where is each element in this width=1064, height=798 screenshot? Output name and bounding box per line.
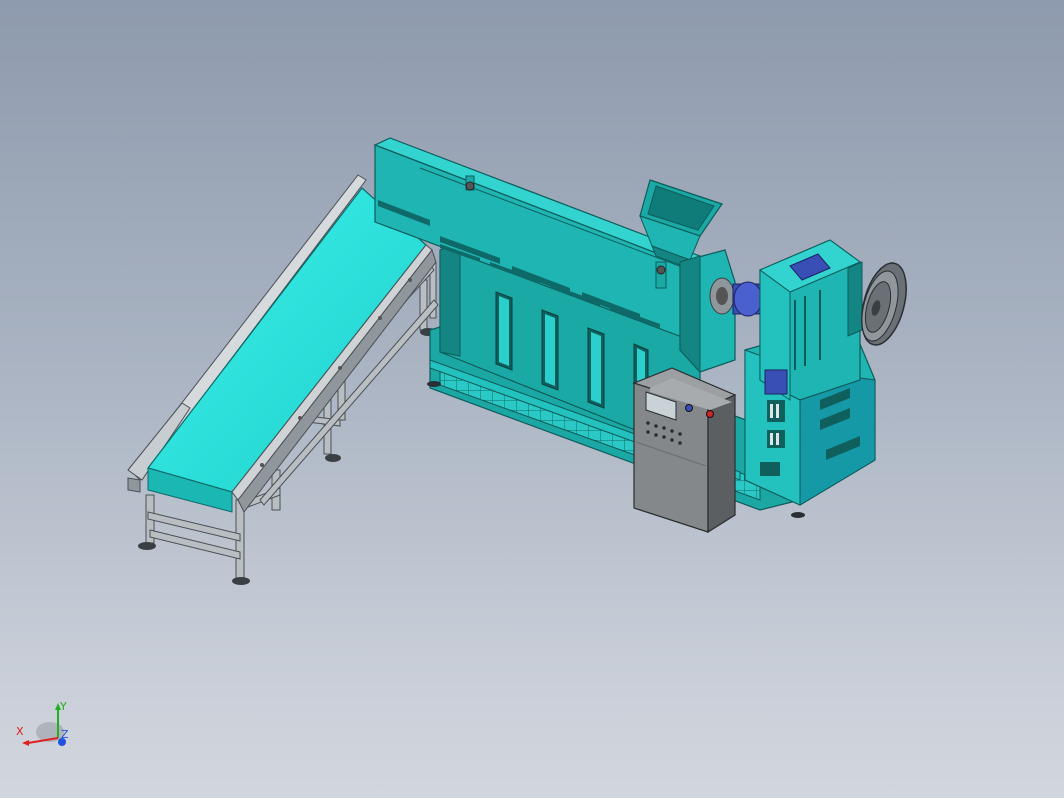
- control-cabinet[interactable]: [632, 367, 737, 534]
- belt-conveyor[interactable]: [127, 174, 439, 585]
- red-stop-button[interactable]: [706, 410, 714, 418]
- y-axis-label: Y: [59, 700, 67, 713]
- die-head[interactable]: [679, 249, 736, 374]
- extruder-assembly-model[interactable]: [0, 0, 1064, 798]
- x-axis-label: X: [16, 725, 24, 738]
- blue-panel: [764, 369, 788, 395]
- z-axis-label: Z: [61, 728, 69, 741]
- blue-indicator-button[interactable]: [685, 404, 693, 412]
- coordinate-triad: Y X Z: [10, 698, 74, 758]
- cad-viewport[interactable]: Y X Z: [0, 0, 1064, 798]
